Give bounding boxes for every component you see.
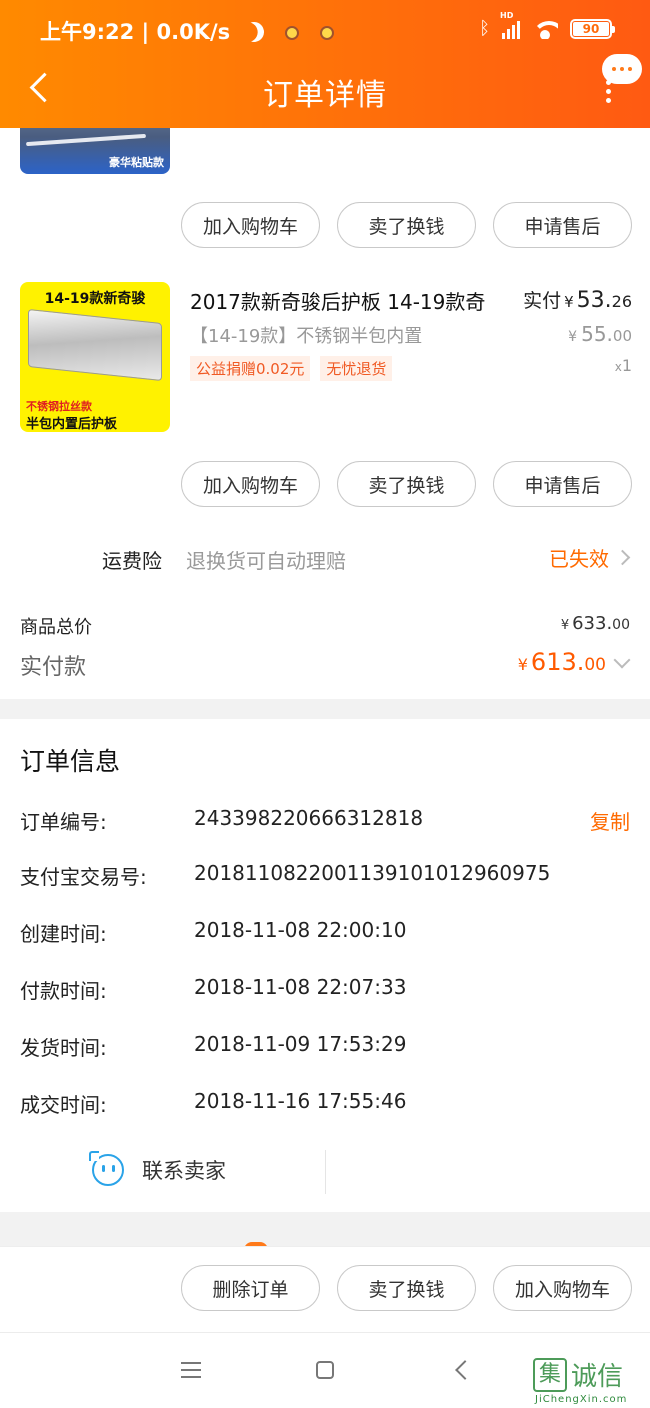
chevron-right-icon xyxy=(614,549,631,566)
after-sales-button[interactable]: 申请售后 xyxy=(493,202,632,248)
notification-icon-2 xyxy=(320,26,335,40)
product-2-tags: 公益捐赠0.02元 无忧退货 xyxy=(190,356,393,381)
goods-total-label: 商品总价 xyxy=(20,617,92,638)
signal-icon: HD xyxy=(500,11,520,39)
more-dots-icon xyxy=(606,80,611,107)
section-divider xyxy=(0,699,650,719)
notification-icon xyxy=(284,26,299,40)
resell-button[interactable]: 卖了换钱 xyxy=(337,202,476,248)
add-to-cart-button[interactable]: 加入购物车 xyxy=(493,1265,632,1311)
product-2-actions: 加入购物车 卖了换钱 申请售后 xyxy=(181,461,632,507)
product-2-original-price: ¥55.00 xyxy=(568,322,632,346)
product-2-paid-price: 实付 ¥53.26 xyxy=(523,288,632,313)
clock: 上午9:22 xyxy=(40,20,135,44)
menu-icon[interactable] xyxy=(181,1362,201,1383)
paid-time: 2018-11-08 22:07:33 xyxy=(194,975,407,999)
product-2-title[interactable]: 2017款新奇骏后护板 14-19款奇 xyxy=(190,286,485,315)
delete-order-button[interactable]: 删除订单 xyxy=(181,1265,320,1311)
shipped-time-row: 发货时间: 2018-11-09 17:53:29 xyxy=(20,1032,407,1060)
resell-button[interactable]: 卖了换钱 xyxy=(337,1265,476,1311)
watermark-logo: 集 诚信 xyxy=(533,1356,623,1393)
contact-seller-button[interactable]: 联系卖家 xyxy=(89,1151,226,1186)
chat-face-icon xyxy=(89,1151,124,1186)
goods-total-value: ¥633.00 xyxy=(560,613,630,634)
battery-icon: 90 xyxy=(570,18,615,39)
page-title: 订单详情 xyxy=(263,78,387,113)
free-return-tag: 无忧退货 xyxy=(320,356,393,381)
paid-total-value[interactable]: ¥613.00 xyxy=(518,648,631,676)
bluetooth-icon: ᛒ xyxy=(479,18,490,39)
watermark-url: JiChengXin.com xyxy=(535,1394,628,1405)
insurance-status-link[interactable]: 已失效 xyxy=(549,543,631,572)
product-1-image-tag: 豪华粘贴款 xyxy=(109,156,164,169)
battery-level: 90 xyxy=(582,21,600,36)
shipped-time: 2018-11-09 17:53:29 xyxy=(194,1032,407,1056)
order-info-title: 订单信息 xyxy=(20,747,121,776)
charity-tag: 公益捐赠0.02元 xyxy=(190,356,311,381)
status-left: 上午9:22 | 0.0K/s xyxy=(40,16,335,46)
order-number-row: 订单编号: 243398220666312818 复制 xyxy=(20,806,630,835)
paid-time-row: 付款时间: 2018-11-08 22:07:33 xyxy=(20,975,407,1003)
deal-time-row: 成交时间: 2018-11-16 17:55:46 xyxy=(20,1089,407,1117)
add-to-cart-button[interactable]: 加入购物车 xyxy=(181,202,320,248)
home-icon[interactable] xyxy=(316,1361,334,1379)
section-divider xyxy=(0,1212,650,1250)
status-right: ᛒ HD 90 xyxy=(479,11,615,39)
product-1-actions: 加入购物车 卖了换钱 申请售后 xyxy=(181,202,632,248)
top-header: 上午9:22 | 0.0K/s ᛒ HD 90 订单详情 xyxy=(0,0,650,128)
status-bar: 上午9:22 | 0.0K/s ᛒ HD 90 xyxy=(0,0,650,60)
product-2-sku: 【14-19款】不锈钢半包内置 xyxy=(190,326,423,347)
nav-back-icon[interactable] xyxy=(455,1360,475,1380)
resell-button[interactable]: 卖了换钱 xyxy=(337,461,476,507)
hd-label: HD xyxy=(500,10,514,20)
net-speed: 0.0K/s xyxy=(156,20,231,44)
alipay-trade-row: 支付宝交易号: 2018110822001139101012960975 xyxy=(20,861,551,889)
wifi-icon xyxy=(532,19,558,39)
divider xyxy=(325,1150,326,1194)
paid-total-label: 实付款 xyxy=(20,655,87,680)
created-time: 2018-11-08 22:00:10 xyxy=(194,918,407,942)
order-number: 243398220666312818 xyxy=(194,806,424,830)
insurance-description: 退换货可自动理赔 xyxy=(186,549,346,573)
insurance-label: 运费险 xyxy=(102,549,162,573)
more-menu-button[interactable] xyxy=(598,52,644,104)
moon-icon xyxy=(241,19,267,45)
deal-time: 2018-11-16 17:55:46 xyxy=(194,1089,407,1113)
created-time-row: 创建时间: 2018-11-08 22:00:10 xyxy=(20,918,407,946)
product-2-quantity: x1 xyxy=(614,356,632,375)
after-sales-button[interactable]: 申请售后 xyxy=(493,461,632,507)
add-to-cart-button[interactable]: 加入购物车 xyxy=(181,461,320,507)
bottom-action-bar: 删除订单 卖了换钱 加入购物车 xyxy=(0,1246,650,1332)
copy-button[interactable]: 复制 xyxy=(590,806,630,835)
alipay-trade-number: 2018110822001139101012960975 xyxy=(194,861,551,885)
product-2-image[interactable]: 14-19款新奇骏 不锈钢拉丝款 半包内置后护板 xyxy=(20,282,170,432)
chevron-down-icon xyxy=(613,651,631,669)
